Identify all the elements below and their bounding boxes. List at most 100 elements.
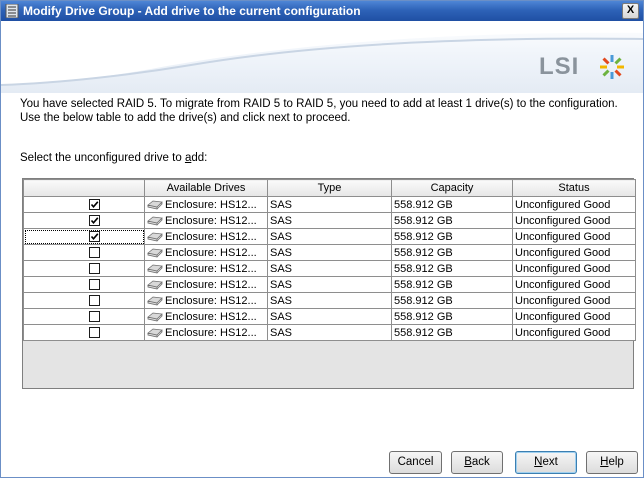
select-cell[interactable] bbox=[23, 244, 145, 261]
drive-cell: Enclosure: HS12... bbox=[144, 292, 268, 309]
lsi-starburst-icon bbox=[600, 55, 624, 79]
hard-drive-icon bbox=[147, 280, 163, 290]
select-cell[interactable] bbox=[23, 292, 145, 309]
checkmark-icon bbox=[90, 201, 98, 209]
modify-drive-group-dialog: Modify Drive Group - Add drive to the cu… bbox=[0, 0, 644, 478]
lsi-logo: LSI bbox=[539, 51, 629, 81]
select-cell[interactable] bbox=[23, 276, 145, 293]
column-header-type[interactable]: Type bbox=[267, 179, 392, 197]
drive-name: Enclosure: HS12... bbox=[165, 294, 257, 307]
drive-checkbox[interactable] bbox=[88, 247, 100, 259]
drive-capacity-cell: 558.912 GB bbox=[391, 324, 513, 341]
drive-cell: Enclosure: HS12... bbox=[144, 308, 268, 325]
logo-text: LSI bbox=[539, 53, 580, 80]
drive-type-cell: SAS bbox=[267, 196, 392, 213]
drive-status-cell: Unconfigured Good bbox=[512, 276, 636, 293]
header-banner: LSI bbox=[1, 21, 643, 93]
drive-status-cell: Unconfigured Good bbox=[512, 212, 636, 229]
column-header-select[interactable] bbox=[23, 179, 145, 197]
hard-drive-icon bbox=[147, 232, 163, 242]
column-header-available-drives[interactable]: Available Drives bbox=[144, 179, 268, 197]
drive-cell: Enclosure: HS12... bbox=[144, 228, 268, 245]
table-row[interactable]: Enclosure: HS12... SAS 558.912 GB Unconfigu… bbox=[23, 212, 636, 229]
table-row[interactable]: Enclosure: HS12... SAS 558.912 GB Unconfigu… bbox=[23, 276, 636, 293]
table-row[interactable]: Enclosure: HS12... SAS 558.912 GB Unconfigu… bbox=[23, 260, 636, 277]
select-cell[interactable] bbox=[23, 260, 145, 277]
hard-drive-icon bbox=[147, 328, 163, 338]
drive-checkbox[interactable] bbox=[88, 263, 100, 275]
drive-capacity-cell: 558.912 GB bbox=[391, 244, 513, 261]
column-header-capacity[interactable]: Capacity bbox=[391, 179, 513, 197]
drive-status-cell: Unconfigured Good bbox=[512, 292, 636, 309]
drive-type-cell: SAS bbox=[267, 276, 392, 293]
drive-name: Enclosure: HS12... bbox=[165, 262, 257, 275]
drives-table[interactable]: Available Drives Type Capacity Status En… bbox=[22, 178, 636, 389]
drive-cell: Enclosure: HS12... bbox=[144, 324, 268, 341]
drive-checkbox[interactable] bbox=[88, 295, 100, 307]
checkmark-icon bbox=[90, 233, 98, 241]
drive-capacity-cell: 558.912 GB bbox=[391, 228, 513, 245]
drive-status-cell: Unconfigured Good bbox=[512, 308, 636, 325]
drive-status-cell: Unconfigured Good bbox=[512, 244, 636, 261]
drive-type-cell: SAS bbox=[267, 260, 392, 277]
drive-type-cell: SAS bbox=[267, 212, 392, 229]
drive-capacity-cell: 558.912 GB bbox=[391, 308, 513, 325]
select-drive-label: Select the unconfigured drive to add: bbox=[20, 152, 208, 164]
drive-name: Enclosure: HS12... bbox=[165, 310, 257, 323]
drive-type-cell: SAS bbox=[267, 228, 392, 245]
drive-capacity-cell: 558.912 GB bbox=[391, 292, 513, 309]
drive-type-cell: SAS bbox=[267, 292, 392, 309]
drive-checkbox[interactable] bbox=[88, 279, 100, 291]
drive-type-cell: SAS bbox=[267, 308, 392, 325]
select-cell[interactable] bbox=[23, 212, 145, 229]
drive-name: Enclosure: HS12... bbox=[165, 214, 257, 227]
drive-type-cell: SAS bbox=[267, 324, 392, 341]
drive-name: Enclosure: HS12... bbox=[165, 278, 257, 291]
hard-drive-icon bbox=[147, 296, 163, 306]
column-header-status[interactable]: Status bbox=[512, 179, 636, 197]
table-row[interactable]: Enclosure: HS12... SAS 558.912 GB Unconfigu… bbox=[23, 292, 636, 309]
close-button[interactable]: X bbox=[622, 3, 639, 19]
table-row[interactable]: Enclosure: HS12... SAS 558.912 GB Unconfigu… bbox=[23, 196, 636, 213]
instructions-text: You have selected RAID 5. To migrate fro… bbox=[20, 97, 640, 125]
instructions-line-2: Use the below table to add the drive(s) … bbox=[20, 112, 351, 124]
drive-name: Enclosure: HS12... bbox=[165, 198, 257, 211]
select-cell[interactable] bbox=[23, 324, 145, 341]
select-cell[interactable] bbox=[23, 308, 145, 325]
drive-capacity-cell: 558.912 GB bbox=[391, 196, 513, 213]
drive-cell: Enclosure: HS12... bbox=[144, 212, 268, 229]
title-bar[interactable]: Modify Drive Group - Add drive to the cu… bbox=[1, 1, 643, 21]
drive-checkbox[interactable] bbox=[88, 199, 100, 211]
instructions-line-1: You have selected RAID 5. To migrate fro… bbox=[20, 98, 618, 110]
table-row[interactable]: Enclosure: HS12... SAS 558.912 GB Unconfigu… bbox=[23, 308, 636, 325]
drive-checkbox[interactable] bbox=[88, 215, 100, 227]
drive-cell: Enclosure: HS12... bbox=[144, 244, 268, 261]
drive-status-cell: Unconfigured Good bbox=[512, 324, 636, 341]
drive-status-cell: Unconfigured Good bbox=[512, 260, 636, 277]
table-row[interactable]: Enclosure: HS12... SAS 558.912 GB Unconfigu… bbox=[23, 244, 636, 261]
drive-name: Enclosure: HS12... bbox=[165, 246, 257, 259]
back-button[interactable]: Back bbox=[451, 451, 503, 474]
help-button[interactable]: Help bbox=[586, 451, 638, 474]
window-title: Modify Drive Group - Add drive to the cu… bbox=[23, 4, 361, 18]
drive-name: Enclosure: HS12... bbox=[165, 230, 257, 243]
drive-status-cell: Unconfigured Good bbox=[512, 228, 636, 245]
drive-cell: Enclosure: HS12... bbox=[144, 260, 268, 277]
close-icon: X bbox=[626, 4, 635, 16]
hard-drive-icon bbox=[147, 200, 163, 210]
select-cell[interactable] bbox=[23, 228, 145, 245]
drives-grid: Available Drives Type Capacity Status En… bbox=[23, 179, 636, 341]
drive-status-cell: Unconfigured Good bbox=[512, 196, 636, 213]
select-cell[interactable] bbox=[23, 196, 145, 213]
drive-checkbox[interactable] bbox=[88, 327, 100, 339]
table-row[interactable]: Enclosure: HS12... SAS 558.912 GB Unconfigu… bbox=[23, 324, 636, 341]
drive-capacity-cell: 558.912 GB bbox=[391, 212, 513, 229]
next-button[interactable]: Next bbox=[515, 451, 577, 474]
cancel-button[interactable]: Cancel bbox=[389, 451, 442, 474]
hard-drive-icon bbox=[147, 248, 163, 258]
drive-group-icon bbox=[5, 4, 19, 18]
drive-type-cell: SAS bbox=[267, 244, 392, 261]
table-row[interactable]: Enclosure: HS12... SAS 558.912 GB Unconfigu… bbox=[23, 228, 636, 245]
drive-checkbox[interactable] bbox=[88, 311, 100, 323]
drive-checkbox[interactable] bbox=[88, 231, 100, 243]
